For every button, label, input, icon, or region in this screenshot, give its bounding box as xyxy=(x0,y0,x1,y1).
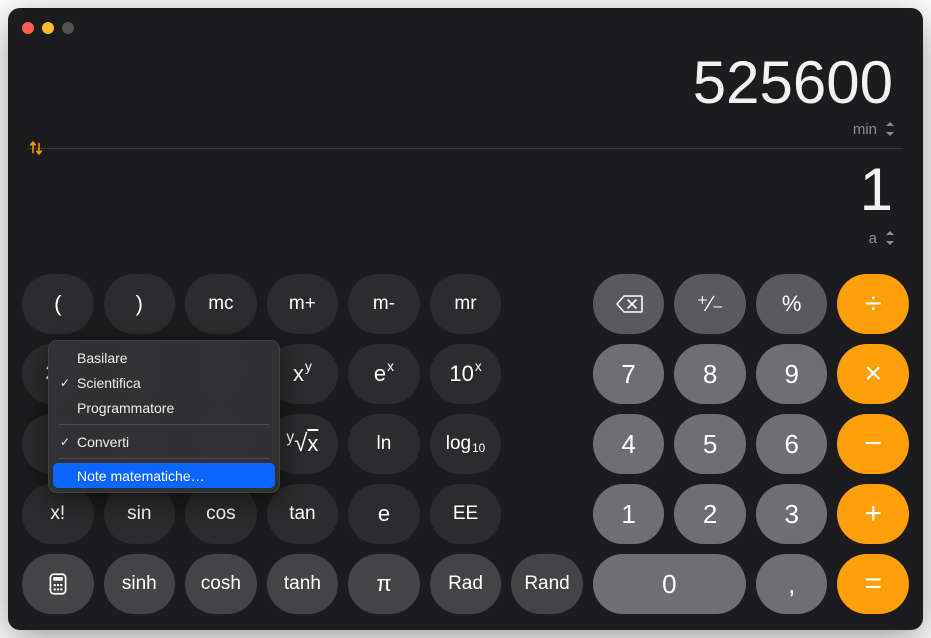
rad-button[interactable]: Rad xyxy=(430,554,502,614)
percent-button[interactable]: % xyxy=(756,274,828,334)
digit-0-button[interactable]: 0 xyxy=(593,554,746,614)
pi-button[interactable]: π xyxy=(348,554,420,614)
menu-separator xyxy=(59,458,269,459)
cos-button[interactable]: cos xyxy=(185,484,257,544)
display-bottom-value: 1 xyxy=(860,155,893,224)
sin-button[interactable]: sin xyxy=(104,484,176,544)
top-unit-label: min xyxy=(853,121,877,138)
top-unit-selector[interactable]: min xyxy=(853,120,897,138)
digit-9-button[interactable]: 9 xyxy=(756,344,828,404)
digit-1-button[interactable]: 1 xyxy=(593,484,665,544)
digit-7-button[interactable]: 7 xyxy=(593,344,665,404)
tanh-button[interactable]: tanh xyxy=(267,554,339,614)
decimal-button[interactable]: , xyxy=(756,554,828,614)
e-button[interactable]: e xyxy=(348,484,420,544)
ten-power-x-button[interactable]: 10x xyxy=(430,344,502,404)
digit-3-button[interactable]: 3 xyxy=(756,484,828,544)
plus-minus-button[interactable]: ⁺∕₋ xyxy=(674,274,746,334)
menu-item-scientific[interactable]: Scientifica xyxy=(53,370,275,395)
m-plus-button[interactable]: m+ xyxy=(267,274,339,334)
calculator-window: 525600 min 1 a ( ) mc xyxy=(8,8,923,630)
cosh-button[interactable]: cosh xyxy=(185,554,257,614)
updown-chevron-icon xyxy=(883,229,897,247)
plus-button[interactable]: + xyxy=(837,484,909,544)
calculator-mode-icon xyxy=(45,571,71,597)
sinh-button[interactable]: sinh xyxy=(104,554,176,614)
delete-button[interactable] xyxy=(593,274,665,334)
multiply-button[interactable]: × xyxy=(837,344,909,404)
ln-button[interactable]: ln xyxy=(348,414,420,474)
display-top-pane: 525600 min xyxy=(28,8,903,148)
menu-item-basic[interactable]: Basilare xyxy=(53,345,275,370)
ee-button[interactable]: EE xyxy=(430,484,502,544)
divide-button[interactable]: ÷ xyxy=(837,274,909,334)
digit-6-button[interactable]: 6 xyxy=(756,414,828,474)
menu-item-convert[interactable]: Converti xyxy=(53,429,275,454)
close-paren-button[interactable]: ) xyxy=(104,274,176,334)
display-top-value: 525600 xyxy=(693,48,893,117)
mode-menu: Basilare Scientifica Programmatore Conve… xyxy=(48,340,280,493)
menu-item-programmer[interactable]: Programmatore xyxy=(53,395,275,420)
menu-item-math-notes[interactable]: Note matematiche… xyxy=(53,463,275,488)
mode-menu-button[interactable] xyxy=(22,554,94,614)
bottom-unit-label: a xyxy=(869,230,877,247)
delete-icon xyxy=(615,294,643,314)
digit-4-button[interactable]: 4 xyxy=(593,414,665,474)
display-area: 525600 min 1 a xyxy=(8,8,923,268)
equals-button[interactable]: = xyxy=(837,554,909,614)
display-bottom-pane: 1 a xyxy=(28,149,903,259)
rand-button[interactable]: Rand xyxy=(511,554,583,614)
digit-8-button[interactable]: 8 xyxy=(674,344,746,404)
e-power-x-button[interactable]: ex xyxy=(348,344,420,404)
open-paren-button[interactable]: ( xyxy=(22,274,94,334)
minus-button[interactable]: − xyxy=(837,414,909,474)
updown-chevron-icon xyxy=(883,120,897,138)
digit-5-button[interactable]: 5 xyxy=(674,414,746,474)
bottom-unit-selector[interactable]: a xyxy=(869,229,897,247)
mr-button[interactable]: mr xyxy=(430,274,502,334)
log10-button[interactable]: log10 xyxy=(430,414,502,474)
menu-separator xyxy=(59,424,269,425)
m-minus-button[interactable]: m- xyxy=(348,274,420,334)
x-factorial-button[interactable]: x! xyxy=(22,484,94,544)
digit-2-button[interactable]: 2 xyxy=(674,484,746,544)
tan-button[interactable]: tan xyxy=(267,484,339,544)
mc-button[interactable]: mc xyxy=(185,274,257,334)
